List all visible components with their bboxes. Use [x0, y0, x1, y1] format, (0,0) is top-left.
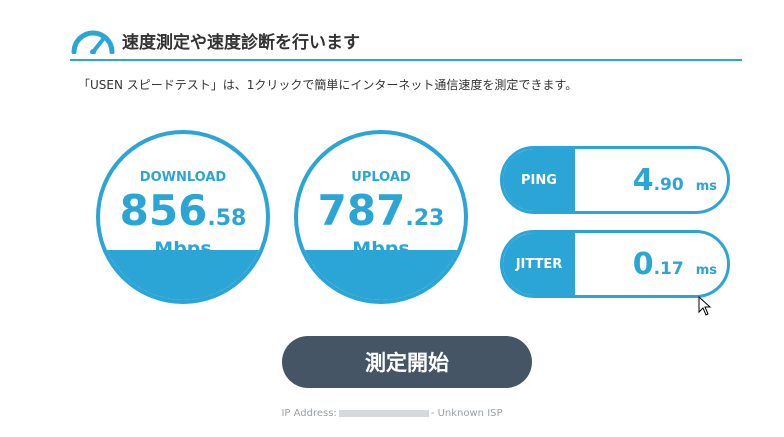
ping-value: 4.90 ms — [633, 163, 717, 198]
page-title: 速度測定や速度診断を行います — [122, 33, 360, 53]
start-measurement-button[interactable]: 測定開始 — [282, 336, 532, 388]
ping-panel: PING 4.90 ms — [500, 146, 730, 214]
jitter-label: JITTER — [503, 233, 575, 295]
jitter-value-dec: .17 — [653, 259, 684, 279]
upload-value-dec: .23 — [405, 206, 445, 231]
upload-value: 787.23 — [298, 186, 464, 235]
download-value: 856.58 — [100, 186, 266, 235]
download-value-dec: .58 — [207, 206, 247, 231]
description-text: 「USEN スピードテスト」は、1クリックで簡単にインターネット通信速度を測定で… — [78, 78, 578, 92]
header-divider — [70, 59, 742, 61]
mouse-pointer-icon — [698, 296, 712, 316]
ping-value-dec: .90 — [653, 175, 684, 195]
ip-address-redacted — [338, 409, 429, 417]
jitter-unit: ms — [695, 263, 717, 278]
jitter-value: 0.17 ms — [633, 247, 717, 282]
download-unit: Mbps — [154, 238, 212, 260]
download-value-int: 856 — [119, 186, 208, 235]
isp-label: - Unknown ISP — [430, 408, 503, 419]
upload-dial: UPLOAD 787.23 Mbps — [294, 130, 468, 304]
ip-address-label: IP Address: — [281, 408, 337, 419]
speedometer-icon — [71, 30, 115, 54]
upload-unit: Mbps — [352, 238, 410, 260]
upload-value-int: 787 — [317, 186, 406, 235]
ping-unit: ms — [695, 179, 717, 194]
upload-label: UPLOAD — [351, 170, 411, 185]
download-dial: DOWNLOAD 856.58 Mbps — [96, 130, 270, 304]
ping-value-int: 4 — [632, 163, 654, 198]
jitter-value-int: 0 — [632, 247, 654, 282]
footer-info: IP Address: - Unknown ISP — [0, 408, 784, 419]
page-header: 速度測定や速度診断を行います — [70, 20, 742, 62]
ping-label: PING — [503, 149, 575, 211]
download-label: DOWNLOAD — [139, 170, 227, 185]
jitter-panel: JITTER 0.17 ms — [500, 230, 730, 298]
